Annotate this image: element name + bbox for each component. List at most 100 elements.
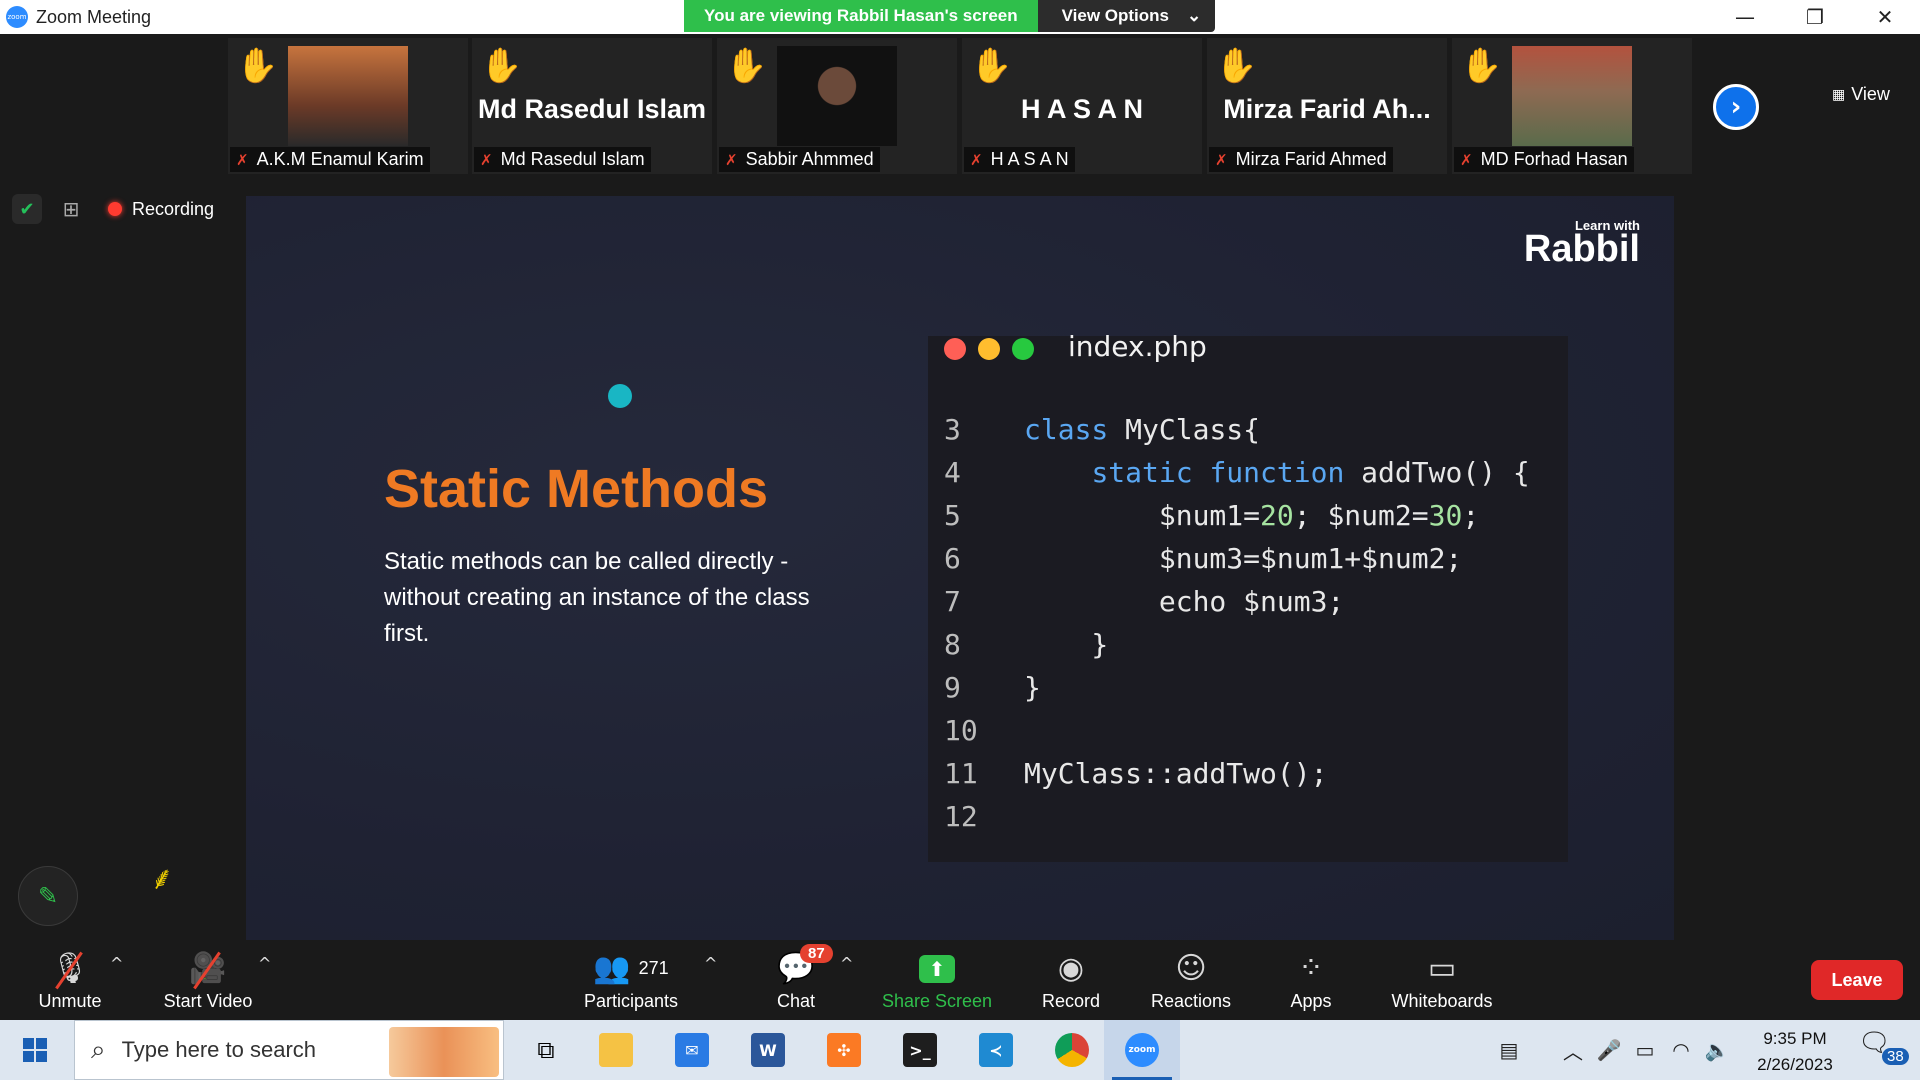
word-button[interactable]: W <box>730 1020 806 1080</box>
task-view-icon: ⧉ <box>537 1036 555 1064</box>
reactions-label: Reactions <box>1150 990 1232 1011</box>
mail-button[interactable]: ✉ <box>654 1020 730 1080</box>
window-traffic-lights <box>944 338 1034 360</box>
close-button[interactable]: ✕ <box>1850 0 1920 34</box>
vscode-icon: ≺ <box>979 1033 1013 1067</box>
line-number: 7 <box>944 585 961 618</box>
recording-dot-icon <box>108 202 122 216</box>
window-title: Zoom Meeting <box>36 6 152 27</box>
participant-name-tag: ✗ Md Rasedul Islam <box>474 147 651 172</box>
participant-name-tag: ✗ MD Forhad Hasan <box>1454 147 1634 172</box>
participant-tile[interactable]: ✋ ✗ Sabbir Ahmmed <box>717 38 957 174</box>
code-line: 12 <box>944 795 1530 838</box>
grid-view-icon: ▦ <box>1832 86 1846 103</box>
zoom-taskbar-button[interactable]: zoom <box>1104 1020 1180 1080</box>
microphone-muted-icon: 🎙 <box>51 949 89 989</box>
show-hidden-icons-icon[interactable]: ︿ <box>1558 1020 1588 1080</box>
slide-body-text: Static methods can be called directly - … <box>384 548 810 647</box>
participant-tile[interactable]: ✋ Mirza Farid Ah... ✗ Mirza Farid Ahmed <box>1207 38 1447 174</box>
raised-hand-icon: ✋ <box>725 46 768 86</box>
meeting-info-icon[interactable]: ⊞ <box>56 194 86 224</box>
raised-hand-icon: ✋ <box>480 46 523 86</box>
close-dot-icon <box>944 338 966 360</box>
code-text: } <box>1024 628 1109 661</box>
participant-gallery: ✋ ✗ A.K.M Enamul Karim ✋ Md Rasedul Isla… <box>0 34 1920 176</box>
reactions-button[interactable]: ☺ Reactions <box>1146 940 1236 1020</box>
chrome-button[interactable] <box>1034 1020 1110 1080</box>
video-off-icon: 🎥 <box>189 949 226 989</box>
whiteboard-icon: ▭ <box>1427 951 1457 986</box>
taskbar-search-box[interactable]: ⌕ Type here to search <box>74 1020 504 1080</box>
record-icon: ◉ <box>1057 951 1085 986</box>
participants-button[interactable]: 👥 271 Participants <box>576 940 686 1020</box>
participant-display-name: Mirza Farid Ah... <box>1223 94 1431 124</box>
annotate-pen-button[interactable]: ✎ <box>18 866 78 926</box>
leave-button[interactable]: Leave <box>1811 960 1903 1000</box>
code-text: } <box>1024 671 1041 704</box>
participant-tile[interactable]: ✋ ✗ MD Forhad Hasan <box>1452 38 1692 174</box>
minimize-button[interactable]: — <box>1710 0 1780 34</box>
wifi-icon[interactable]: ◠ <box>1666 1020 1696 1080</box>
windows-logo-icon <box>23 1038 47 1062</box>
file-explorer-button[interactable] <box>578 1020 654 1080</box>
restore-button[interactable]: ❐ <box>1780 0 1850 34</box>
code-text: echo $num3; <box>1024 585 1345 618</box>
participants-count: 271 <box>638 958 669 978</box>
terminal-button[interactable]: >_ <box>882 1020 958 1080</box>
news-icon[interactable]: ▤ <box>1486 1020 1532 1080</box>
reactions-icon: ☺ <box>1175 951 1207 986</box>
muted-mic-icon: ✗ <box>480 150 493 169</box>
participant-name: H A S A N <box>990 149 1069 169</box>
search-highlight-image <box>389 1027 499 1077</box>
start-button[interactable] <box>0 1020 70 1080</box>
unmute-label: Unmute <box>38 990 102 1011</box>
notification-center-button[interactable]: 🗨 38 <box>1858 1028 1909 1072</box>
participant-tile[interactable]: ✋ ✗ A.K.M Enamul Karim <box>228 38 468 174</box>
participant-display-name: Md Rasedul Islam <box>477 94 707 124</box>
participants-options-caret[interactable]: ^ <box>704 954 717 973</box>
vscode-button[interactable]: ≺ <box>958 1020 1034 1080</box>
taskbar-clock[interactable]: 9:35 PM 2/26/2023 <box>1740 1026 1850 1078</box>
participant-name: MD Forhad Hasan <box>1480 149 1628 169</box>
participant-photo <box>777 46 897 146</box>
xampp-button[interactable]: ✣ <box>806 1020 882 1080</box>
notification-count-badge: 38 <box>1882 1048 1909 1065</box>
chevron-down-icon: ⌄ <box>1187 6 1202 25</box>
view-options-button[interactable]: View Options ⌄ <box>1037 0 1216 32</box>
apps-icon: ⁘ <box>1298 951 1324 986</box>
view-options-label: View Options <box>1061 6 1169 25</box>
code-text: static function addTwo() { <box>1091 456 1530 489</box>
apps-button[interactable]: ⁘ Apps <box>1280 940 1342 1020</box>
annotation-scribble: ⸙ <box>150 859 175 897</box>
muted-mic-icon: ✗ <box>725 150 738 169</box>
brand-logo: Learn with Rabbil <box>1524 218 1640 268</box>
battery-icon[interactable]: ▭ <box>1630 1020 1660 1080</box>
participant-tile[interactable]: ✋ Md Rasedul Islam ✗ Md Rasedul Islam <box>472 38 712 174</box>
start-video-button[interactable]: 🎥 Start Video <box>150 940 266 1020</box>
whiteboards-label: Whiteboards <box>1391 990 1493 1011</box>
task-view-button[interactable]: ⧉ <box>508 1020 584 1080</box>
participant-tile[interactable]: ✋ H A S A N ✗ H A S A N <box>962 38 1202 174</box>
viewing-banner: You are viewing Rabbil Hasan's screen Vi… <box>684 0 1216 32</box>
line-number: 10 <box>944 714 978 747</box>
video-options-caret[interactable]: ^ <box>258 954 271 973</box>
share-screen-button[interactable]: ⬆ Share Screen <box>878 940 996 1020</box>
slide-title: Static Methods <box>384 459 769 519</box>
record-button[interactable]: ◉ Record <box>1030 940 1112 1020</box>
audio-options-caret[interactable]: ^ <box>110 954 123 973</box>
security-shield-icon[interactable]: ✔ <box>12 194 42 224</box>
whiteboards-button[interactable]: ▭ Whiteboards <box>1386 940 1498 1020</box>
view-button[interactable]: ▦ View <box>1832 84 1890 105</box>
clock-date: 2/26/2023 <box>1757 1055 1833 1074</box>
code-line: 9} <box>944 666 1530 709</box>
volume-icon[interactable]: 🔈 <box>1702 1020 1732 1080</box>
unmute-button[interactable]: 🎙 Unmute <box>22 940 118 1020</box>
raised-hand-icon: ✋ <box>970 46 1013 86</box>
recording-indicator[interactable]: Recording <box>108 199 214 220</box>
microphone-icon[interactable]: 🎤 <box>1594 1020 1624 1080</box>
chat-options-caret[interactable]: ^ <box>840 954 853 973</box>
code-line: 5 $num1=20; $num2=30; <box>944 494 1530 537</box>
meeting-toolbar: 🎙 Unmute ^ 🎥 Start Video ^ 👥 271 Particip… <box>0 940 1920 1020</box>
window-controls: — ❐ ✕ <box>1710 0 1920 34</box>
next-page-button[interactable]: › <box>1713 84 1759 130</box>
